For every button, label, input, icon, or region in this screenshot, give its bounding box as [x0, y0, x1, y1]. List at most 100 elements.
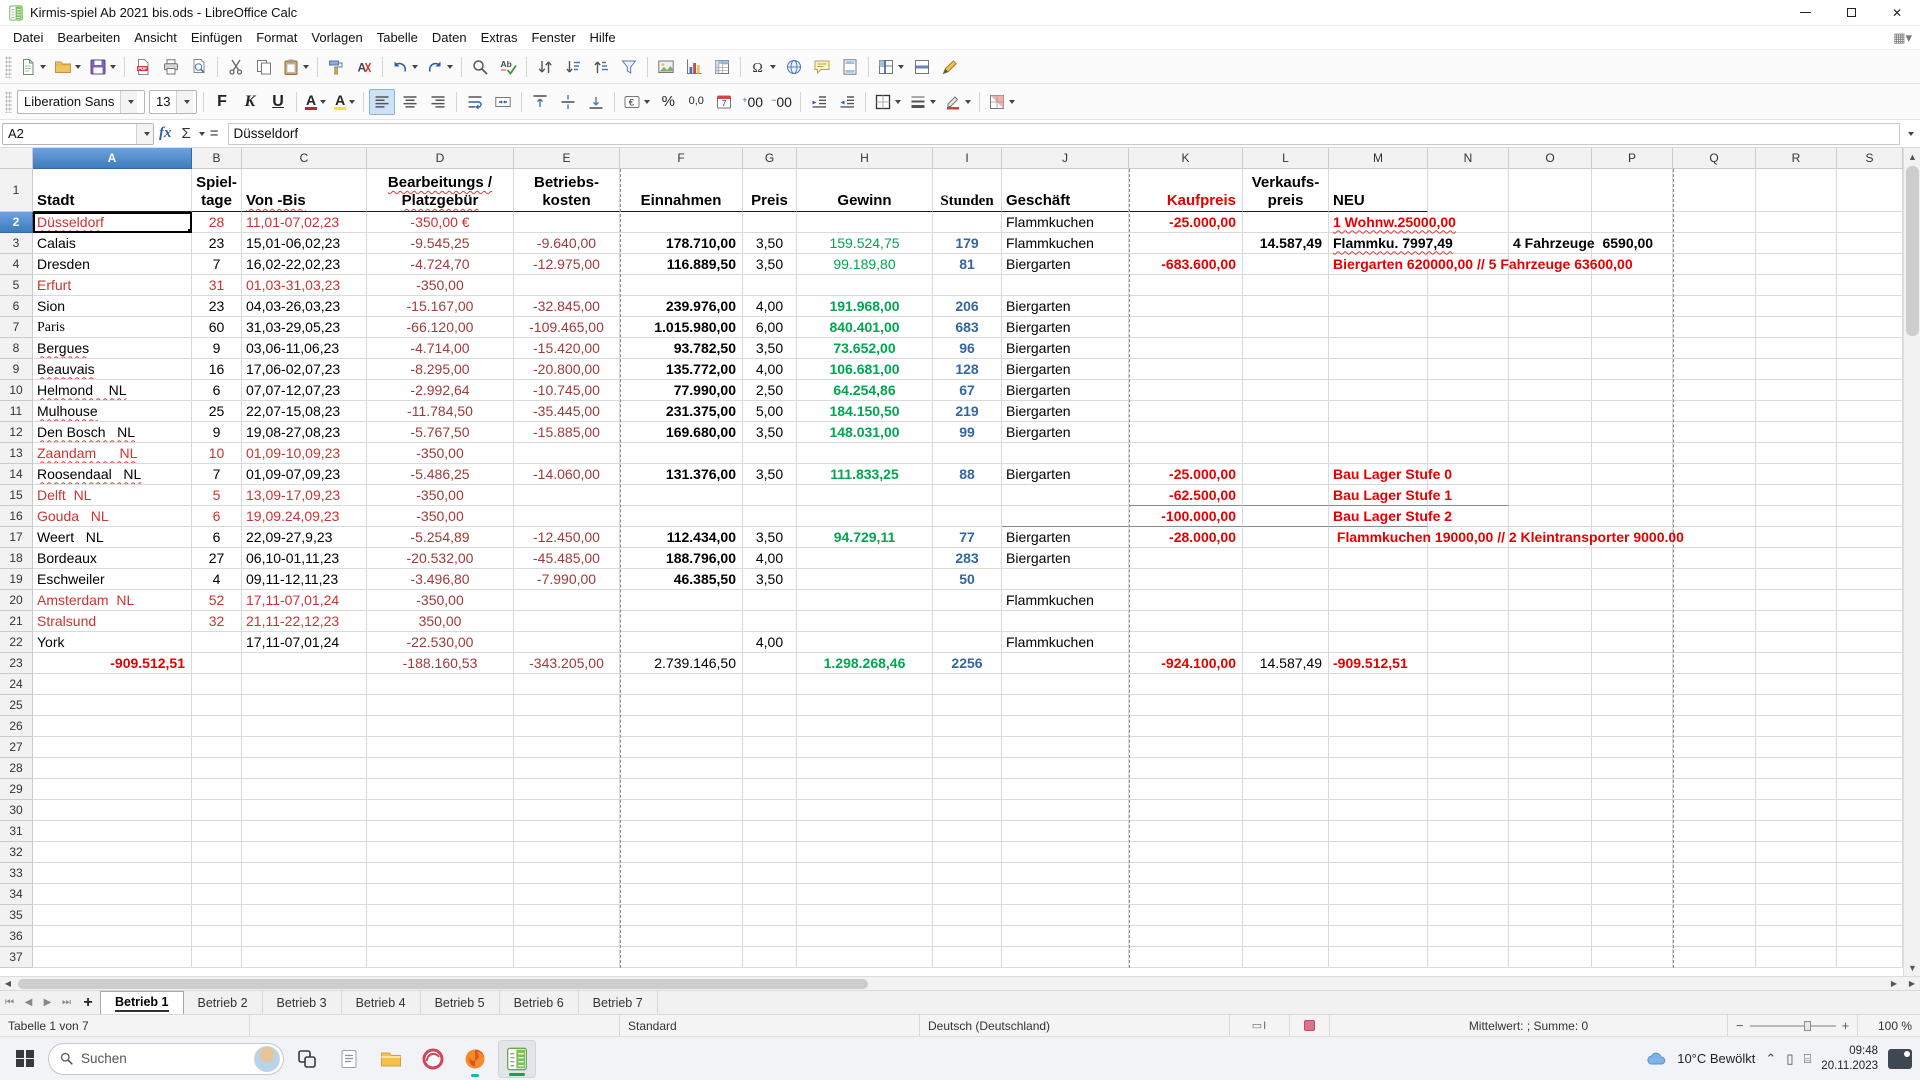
cell-K23[interactable]: -924.100,00 — [1129, 653, 1243, 674]
cell-M9[interactable] — [1329, 359, 1428, 380]
print-preview-button[interactable] — [186, 54, 212, 80]
cell-E26[interactable] — [514, 716, 620, 737]
cell-F21[interactable] — [620, 611, 743, 632]
cell-M2[interactable]: 1 Wohnw.25000,00 — [1329, 212, 1428, 233]
cell-L33[interactable] — [1243, 863, 1329, 884]
horizontal-scroll-thumb[interactable] — [18, 979, 868, 989]
cell-Q1[interactable] — [1673, 169, 1756, 212]
cell-G28[interactable] — [743, 758, 797, 779]
cell-P7[interactable] — [1592, 317, 1673, 338]
cell-O13[interactable] — [1509, 443, 1592, 464]
menu-vorlagen[interactable]: Vorlagen — [304, 28, 369, 47]
cell-G15[interactable] — [743, 485, 797, 506]
cell-L24[interactable] — [1243, 674, 1329, 695]
cell-G27[interactable] — [743, 737, 797, 758]
cell-O19[interactable] — [1509, 569, 1592, 590]
cell-I32[interactable] — [933, 842, 1002, 863]
cell-L34[interactable] — [1243, 884, 1329, 905]
cell-S14[interactable] — [1837, 464, 1903, 485]
cell-A13[interactable]: Zaandam NL — [33, 443, 192, 464]
cell-L37[interactable] — [1243, 947, 1329, 968]
cell-M23[interactable]: -909.512,51 — [1329, 653, 1428, 674]
cell-F22[interactable] — [620, 632, 743, 653]
cell-B2[interactable]: 28 — [192, 212, 242, 233]
cell-I1[interactable]: Stunden — [933, 169, 1002, 212]
cell-S28[interactable] — [1837, 758, 1903, 779]
cell-G4[interactable]: 3,50 — [743, 254, 797, 275]
cell-B10[interactable]: 6 — [192, 380, 242, 401]
cell-P1[interactable] — [1592, 169, 1673, 212]
headers-footers-button[interactable] — [837, 54, 863, 80]
cell-L13[interactable] — [1243, 443, 1329, 464]
column-header-A[interactable]: A — [33, 148, 192, 169]
cell-S7[interactable] — [1837, 317, 1903, 338]
cell-N18[interactable] — [1428, 548, 1509, 569]
cell-Q12[interactable] — [1673, 422, 1756, 443]
column-header-G[interactable]: G — [743, 148, 797, 169]
cell-L17[interactable] — [1243, 527, 1329, 548]
cell-O7[interactable] — [1509, 317, 1592, 338]
cell-A21[interactable]: Stralsund — [33, 611, 192, 632]
cell-K27[interactable] — [1129, 737, 1243, 758]
cell-L31[interactable] — [1243, 821, 1329, 842]
export-pdf-button[interactable] — [130, 54, 156, 80]
cell-Q13[interactable] — [1673, 443, 1756, 464]
spelling-button[interactable] — [495, 54, 521, 80]
cell-F19[interactable]: 46.385,50 — [620, 569, 743, 590]
expand-formula-bar[interactable] — [1900, 132, 1918, 136]
cell-I23[interactable]: 2256 — [933, 653, 1002, 674]
cell-P14[interactable] — [1592, 464, 1673, 485]
cell-M32[interactable] — [1329, 842, 1428, 863]
cell-K34[interactable] — [1129, 884, 1243, 905]
cell-B26[interactable] — [192, 716, 242, 737]
cell-M35[interactable] — [1329, 905, 1428, 926]
formula-input[interactable]: Düsseldorf — [228, 123, 1900, 145]
cell-D15[interactable]: -350,00 — [367, 485, 514, 506]
cell-G31[interactable] — [743, 821, 797, 842]
cell-H1[interactable]: Gewinn — [797, 169, 933, 212]
cell-R24[interactable] — [1756, 674, 1837, 695]
cell-R21[interactable] — [1756, 611, 1837, 632]
insert-image-button[interactable] — [653, 54, 679, 80]
zoom-level[interactable]: 100 % — [1858, 1015, 1920, 1036]
cell-C10[interactable]: 07,07-12,07,23 — [242, 380, 367, 401]
cell-C35[interactable] — [242, 905, 367, 926]
cell-M1[interactable]: NEU — [1329, 169, 1428, 212]
row-header-36[interactable]: 36 — [0, 926, 33, 947]
row-header-31[interactable]: 31 — [0, 821, 33, 842]
cell-I3[interactable]: 179 — [933, 233, 1002, 254]
cell-K33[interactable] — [1129, 863, 1243, 884]
cell-K32[interactable] — [1129, 842, 1243, 863]
cell-R7[interactable] — [1756, 317, 1837, 338]
cell-F9[interactable]: 135.772,00 — [620, 359, 743, 380]
cell-E24[interactable] — [514, 674, 620, 695]
cell-E27[interactable] — [514, 737, 620, 758]
cell-P33[interactable] — [1592, 863, 1673, 884]
cell-L14[interactable] — [1243, 464, 1329, 485]
task-view-icon[interactable] — [288, 1040, 326, 1078]
cell-S11[interactable] — [1837, 401, 1903, 422]
align-right-button[interactable] — [425, 89, 451, 115]
split-window-button[interactable] — [909, 54, 935, 80]
cell-C11[interactable]: 22,07-15,08,23 — [242, 401, 367, 422]
cell-Q10[interactable] — [1673, 380, 1756, 401]
cell-B16[interactable]: 6 — [192, 506, 242, 527]
cell-J6[interactable]: Biergarten — [1002, 296, 1129, 317]
cell-H20[interactable] — [797, 590, 933, 611]
cell-L19[interactable] — [1243, 569, 1329, 590]
cell-N6[interactable] — [1428, 296, 1509, 317]
cell-R28[interactable] — [1756, 758, 1837, 779]
cell-R2[interactable] — [1756, 212, 1837, 233]
cell-S19[interactable] — [1837, 569, 1903, 590]
cell-R14[interactable] — [1756, 464, 1837, 485]
cell-D13[interactable]: -350,00 — [367, 443, 514, 464]
find-replace-button[interactable] — [467, 54, 493, 80]
cell-G33[interactable] — [743, 863, 797, 884]
cell-O34[interactable] — [1509, 884, 1592, 905]
cell-B15[interactable]: 5 — [192, 485, 242, 506]
cell-B34[interactable] — [192, 884, 242, 905]
first-sheet-button[interactable]: ⏮ — [0, 991, 19, 1014]
cell-B35[interactable] — [192, 905, 242, 926]
cell-P24[interactable] — [1592, 674, 1673, 695]
cell-D21[interactable]: 350,00 — [367, 611, 514, 632]
